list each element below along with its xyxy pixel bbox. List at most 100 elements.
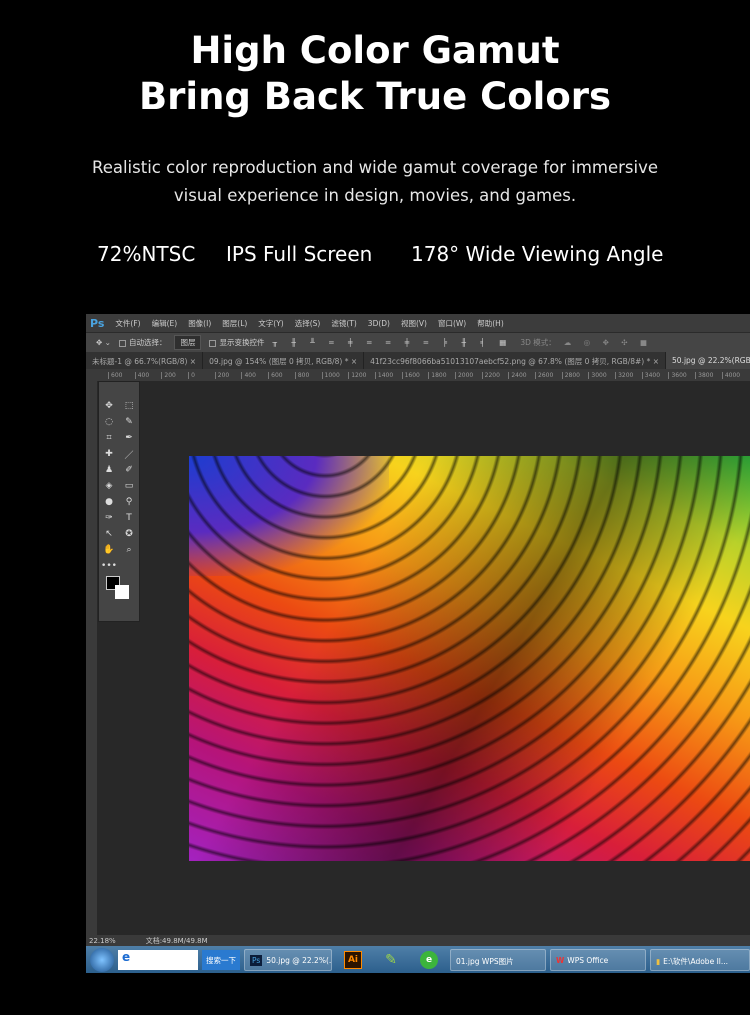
task-wps-office[interactable]: W WPS Office <box>550 948 646 971</box>
tab-untitled[interactable]: 未标题-1 @ 66.7%(RGB/8) × <box>86 352 204 369</box>
dodge-tool-icon[interactable]: ⚲ <box>126 497 133 507</box>
tools-panel: ✥ ⬚ ◌ ✎ ⌗ ✒ ✚ ／ ♟ ✐ ◈ ▭ ● ⚲ ✑ T ↖ ✪ ✋ ⌕ ••• <box>98 381 140 622</box>
ruler-tick: 200 <box>161 371 188 379</box>
ruler-tick: 2000 <box>454 371 482 379</box>
task-photoshop[interactable]: Ps 50.jpg @ 22.2%(... <box>244 948 332 971</box>
path-select-icon[interactable]: ↖ <box>105 529 113 539</box>
tab-09jpg[interactable]: 09.jpg @ 154% (图层 0 拷贝, RGB/8) * × <box>203 352 365 369</box>
rainbow-wave-image <box>189 456 750 861</box>
browser-icon[interactable]: e <box>420 950 438 969</box>
illustrator-icon[interactable]: Ai <box>344 950 362 969</box>
tab-50jpg[interactable]: 50.jpg @ 22.2%(RGB/8#) × <box>666 352 750 369</box>
vertical-ruler <box>86 381 97 935</box>
auto-select-checkbox[interactable]: 自动选择： <box>118 337 167 348</box>
ruler-tick: 2200 <box>481 371 509 379</box>
headline-line1: High Color Gamut <box>190 29 560 72</box>
ruler-tick: 600 <box>268 371 295 379</box>
menu-image[interactable]: 图像(I) <box>188 318 211 329</box>
healing-brush-icon[interactable]: ✚ <box>105 449 113 459</box>
tab-41f23-png[interactable]: 41f23cc96f8066ba51013107aebcf52.png @ 67… <box>364 352 667 369</box>
move-tool-icon[interactable]: ✥ <box>105 401 113 411</box>
ruler-tick: 3200 <box>615 371 642 379</box>
marquee-tool-icon[interactable]: ⬚ <box>125 401 134 411</box>
photoshop-window: Ps 文件(F) 编辑(E) 图像(I) 图层(L) 文字(Y) 选择(S) 滤… <box>86 314 750 946</box>
horizontal-ruler: 600 400 200 0 200 400 600 800 1000 1200 1400 1600 18… <box>86 369 750 381</box>
gradient-tool-icon[interactable]: ▭ <box>125 481 134 491</box>
menu-edit[interactable]: 编辑(E) <box>152 318 178 329</box>
ruler-tick: 2600 <box>535 371 562 379</box>
subtitle: Realistic color reproduction and wide ga… <box>0 154 750 210</box>
options-bar: ✥ ⌄ 自动选择： 图层 显示变换控件 ╥ ╫ ╨ ═ ╪ ═ ═ ╪ ═ ╞ … <box>86 332 750 352</box>
menu-help[interactable]: 帮助(H) <box>477 318 504 329</box>
ruler-tick: 1200 <box>348 371 375 379</box>
ruler-tick: 2800 <box>561 371 589 379</box>
more-tools-icon[interactable]: ••• <box>101 561 117 571</box>
task-wps-image-label: 01.jpg WPS图片 <box>456 956 514 966</box>
menu-filter[interactable]: 滤镜(T) <box>331 318 356 329</box>
subtitle-line1: Realistic color reproduction and wide ga… <box>91 158 659 177</box>
feature-viewing-angle: 178° Wide Viewing Angle <box>411 242 664 266</box>
layer-select-dropdown[interactable]: 图层 <box>174 335 202 350</box>
search-button[interactable]: 搜索一下 <box>202 949 240 970</box>
auto-select-label: 自动选择： <box>128 338 167 347</box>
task-wps-image[interactable]: 01.jpg WPS图片 <box>450 948 546 971</box>
blur-tool-icon[interactable]: ● <box>105 497 113 507</box>
align-icons[interactable]: ╥ ╫ ╨ ═ ╪ ═ ═ ╪ ═ ╞ ╫ ╡ ▦ <box>272 338 512 347</box>
menu-select[interactable]: 选择(S) <box>295 318 321 329</box>
menu-view[interactable]: 视图(V) <box>401 318 427 329</box>
menu-file[interactable]: 文件(F) <box>115 318 140 329</box>
mode-3d-label: 3D 模式： <box>520 338 556 347</box>
color-swatches-icon[interactable] <box>106 576 132 602</box>
3d-tools-icons[interactable]: ☁ ◎ ✥ ✣ ■ <box>564 338 652 347</box>
headline-line2: Bring Back True Colors <box>138 75 612 118</box>
ruler-tick: 1800 <box>428 371 455 379</box>
shape-tool-icon[interactable]: ✪ <box>125 529 133 539</box>
menu-type[interactable]: 文字(Y) <box>258 318 283 329</box>
menu-bar: Ps 文件(F) 编辑(E) 图像(I) 图层(L) 文字(Y) 选择(S) 滤… <box>86 314 750 332</box>
task-explorer[interactable]: ▮ E:\软件\Adobe Il... <box>650 948 750 971</box>
windows-start-icon[interactable] <box>90 947 114 972</box>
ie-icon: e <box>122 949 131 964</box>
magic-wand-icon[interactable]: ✎ <box>125 417 133 427</box>
photoshop-icon: Ps <box>250 954 263 966</box>
ruler-tick: 3600 <box>668 371 695 379</box>
task-explorer-label: E:\软件\Adobe Il... <box>663 956 729 966</box>
type-tool-icon[interactable]: T <box>126 513 132 523</box>
document-tabs: 未标题-1 @ 66.7%(RGB/8) × 09.jpg @ 154% (图层… <box>86 352 750 369</box>
ruler-tick: 0 <box>188 371 215 379</box>
crop-tool-icon[interactable]: ⌗ <box>106 433 111 443</box>
ruler-tick: 400 <box>134 371 162 379</box>
ruler-tick: 3800 <box>695 371 722 379</box>
eyedropper-icon[interactable]: ✒ <box>125 433 133 443</box>
ruler-tick: 600 <box>108 371 135 379</box>
feature-ips: IPS Full Screen <box>226 242 373 266</box>
ruler-tick: 3000 <box>588 371 615 379</box>
task-wps-office-label: WPS Office <box>567 955 609 965</box>
ruler-tick: 1600 <box>401 371 429 379</box>
move-tool-icon[interactable]: ✥ ⌄ <box>96 338 111 347</box>
coreldraw-icon[interactable]: ✎ <box>382 951 400 969</box>
show-transform-checkbox[interactable]: 显示变换控件 <box>209 337 264 348</box>
zoom-tool-icon[interactable]: ⌕ <box>126 545 131 555</box>
lasso-tool-icon[interactable]: ◌ <box>105 417 113 427</box>
ruler-tick: 1000 <box>321 371 349 379</box>
taskbar: e 搜索一下 Ps 50.jpg @ 22.2%(... Ai ✎ e 01.jp… <box>86 946 750 973</box>
zoom-level[interactable]: 22.18% <box>89 937 116 945</box>
task-photoshop-label: 50.jpg @ 22.2%(... <box>266 955 332 965</box>
eraser-tool-icon[interactable]: ◈ <box>106 481 113 491</box>
menu-layer[interactable]: 图层(L) <box>222 318 247 329</box>
subtitle-line2: visual experience in design, movies, and… <box>173 186 577 205</box>
ruler-tick: 4000 <box>721 371 749 379</box>
feature-ntsc: 72%NTSC <box>97 242 196 266</box>
history-brush-icon[interactable]: ✐ <box>125 465 133 475</box>
brush-tool-icon[interactable]: ／ <box>124 448 133 461</box>
ruler-tick: 800 <box>294 371 322 379</box>
menu-3d[interactable]: 3D(D) <box>368 319 390 328</box>
search-input[interactable]: e <box>118 949 198 970</box>
menu-window[interactable]: 窗口(W) <box>438 318 466 329</box>
document-size: 文档:49.8M/49.8M <box>145 936 208 945</box>
ruler-tick: 1400 <box>374 371 402 379</box>
pen-tool-icon[interactable]: ✑ <box>105 513 113 523</box>
stamp-tool-icon[interactable]: ♟ <box>105 465 113 475</box>
hand-tool-icon[interactable]: ✋ <box>103 545 114 555</box>
